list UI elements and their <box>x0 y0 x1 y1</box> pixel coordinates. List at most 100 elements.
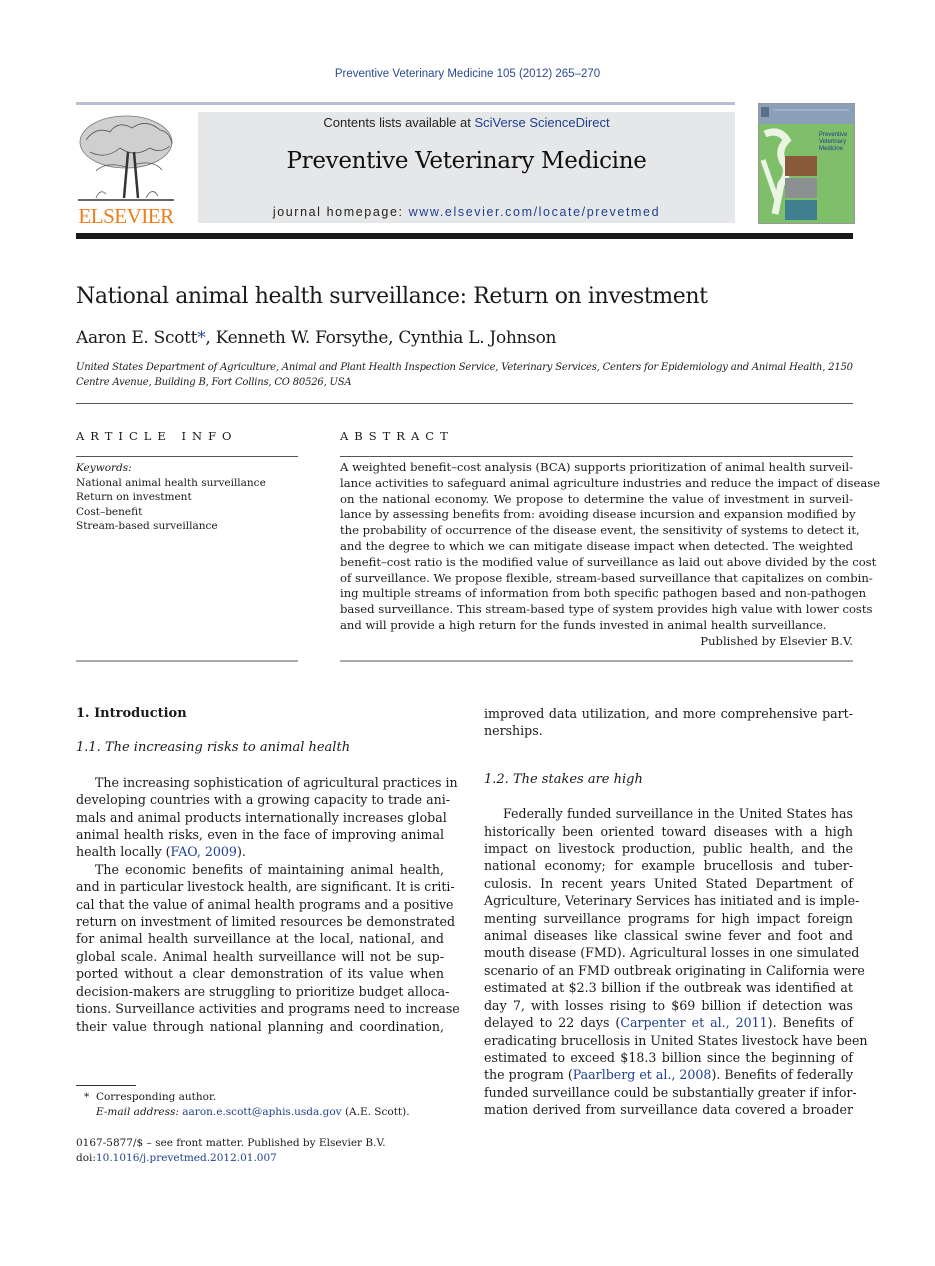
doi-link[interactable]: 10.1016/j.prevetmed.2012.01.007 <box>96 1152 277 1164</box>
text-line: estimated to exceed $18.3 billion since … <box>484 1049 853 1065</box>
journal-homepage: journal homepage: www.elsevier.com/locat… <box>198 205 735 219</box>
article-title: National animal health surveillance: Ret… <box>76 284 708 309</box>
front-matter: 0167-5877/$ – see front matter. Publishe… <box>76 1136 386 1166</box>
text-line: historically been oriented toward diseas… <box>484 823 853 839</box>
footnote-text: Corresponding author. <box>95 1091 217 1103</box>
text-line: The economic benefits of maintaining ani… <box>95 861 444 877</box>
cover-title-line-3: Medicine <box>819 146 844 152</box>
text-line: eradicating brucellosis in United States… <box>484 1032 868 1048</box>
doi-line: doi:10.1016/j.prevetmed.2012.01.007 <box>76 1151 386 1166</box>
author-2[interactable]: Kenneth W. Forsythe <box>216 328 389 348</box>
text-line: The increasing sophistication of agricul… <box>95 774 458 790</box>
abstract-line: on the national economy. We propose to d… <box>340 491 853 506</box>
text-line: return on investment of limited resource… <box>76 914 456 930</box>
corresponding-author-note: * Corresponding author. <box>76 1090 410 1105</box>
abstract-line: of surveillance. We propose flexible, st… <box>340 570 873 585</box>
abstract-line: ing multiple streams of information from… <box>340 586 867 601</box>
abstract-line: lance by assessing benefits from: avoidi… <box>340 507 856 522</box>
journal-banner: Contents lists available at SciVerse Sci… <box>198 112 735 223</box>
footnote-mark: * <box>84 1091 90 1103</box>
contents-prefix: Contents lists available at <box>323 115 475 130</box>
subsection-heading-1-2: 1.2. The stakes are high <box>484 771 643 787</box>
citation-carpenter-2011[interactable]: Carpenter et al., 2011 <box>620 1015 767 1030</box>
sciencedirect-link[interactable]: SciVerse ScienceDirect <box>474 115 609 130</box>
citation-paarlberg-2008[interactable]: Paarlberg et al., 2008 <box>573 1067 712 1082</box>
subsection-heading-1-1: 1.1. The increasing risks to animal heal… <box>76 740 351 756</box>
text-line: mals and animal products internationally… <box>76 809 447 825</box>
paragraph-1: The increasing sophistication of agricul… <box>76 774 458 861</box>
affiliation-line: United States Department of Agriculture,… <box>76 362 853 373</box>
email-link[interactable]: aaron.e.scott@aphis.usda.gov <box>182 1106 341 1118</box>
text-line: animal diseases like classical swine fev… <box>484 928 853 944</box>
text-line: estimated at $2.3 billion if the outbrea… <box>484 980 853 996</box>
email-suffix: (A.E. Scott). <box>341 1106 410 1118</box>
text-line: developing countries with a growing capa… <box>76 792 451 808</box>
text-line: improved data utilization, and more comp… <box>484 706 853 721</box>
keywords-block: Keywords: National animal health surveil… <box>76 461 266 534</box>
published-by: Published by Elsevier B.V. <box>700 633 853 648</box>
text-line: scenario of an FMD outbreak originating … <box>484 962 865 978</box>
abstract-line: the probability of occurrence of the dis… <box>340 523 860 538</box>
issn-line: 0167-5877/$ – see front matter. Publishe… <box>76 1137 386 1149</box>
title-block-rule <box>76 403 853 404</box>
article-info-rule <box>76 456 298 457</box>
text-line: national economy; for example brucellosi… <box>484 858 853 874</box>
text-line: culosis. In recent years United Stated D… <box>484 875 853 891</box>
footnotes: * Corresponding author. E-mail address: … <box>76 1090 410 1120</box>
text-line: the program (Paarlberg et al., 2008). Be… <box>484 1067 854 1083</box>
text-line: and in particular livestock health, are … <box>76 879 455 895</box>
keyword: Cost–benefit <box>76 505 143 518</box>
text-line: decision-makers are struggling to priori… <box>76 983 450 999</box>
section-heading-introduction: 1. Introduction <box>76 706 187 721</box>
journal-cover-thumbnail[interactable]: Preventive Veterinary Medicine <box>758 103 855 224</box>
text-line: Federally funded surveillance in the Uni… <box>503 806 853 822</box>
running-head[interactable]: Preventive Veterinary Medicine 105 (2012… <box>0 68 935 80</box>
elsevier-tree-icon <box>78 115 174 201</box>
abstract-line: and will provide a high return for the f… <box>340 617 827 632</box>
text-line: their value through national planning an… <box>76 1018 444 1034</box>
abstract-line: based surveillance. This stream-based ty… <box>340 602 873 617</box>
elsevier-logo[interactable]: ELSEVIER <box>76 112 176 228</box>
cover-artwork-icon: Preventive Veterinary Medicine <box>759 104 854 223</box>
footnote-rule <box>76 1085 136 1086</box>
abstract-line: benefit–cost ratio is the modified value… <box>340 554 877 569</box>
text-line: nerships. <box>484 723 543 739</box>
journal-title: Preventive Veterinary Medicine <box>286 148 647 174</box>
author-separator: , <box>205 328 216 348</box>
author-list: Aaron E. Scott*, Kenneth W. Forsythe, Cy… <box>76 328 556 348</box>
cover-title-line-1: Preventive <box>819 132 848 138</box>
abstract-bottom-rule <box>340 660 853 662</box>
citation-fao-2009[interactable]: FAO, 2009 <box>171 843 237 860</box>
email-note: E-mail address: aaron.e.scott@aphis.usda… <box>76 1105 410 1120</box>
abstract-text: A weighted benefit–cost analysis (BCA) s… <box>340 460 880 650</box>
text-line: global scale. Animal health surveillance… <box>76 948 444 964</box>
body-left-column: 1. Introduction 1.1. The increasing risk… <box>76 705 460 1035</box>
affiliation-line: Centre Avenue, Building B, Fort Collins,… <box>76 377 352 388</box>
text-line: delayed to 22 days (Carpenter et al., 20… <box>484 1015 853 1031</box>
text-line: mation derived from surveillance data co… <box>484 1102 853 1118</box>
affiliation: United States Department of Agriculture,… <box>76 360 856 390</box>
email-label: E-mail address: <box>96 1106 183 1118</box>
text-line: health locally (FAO, 2009). <box>76 843 246 860</box>
abstract-line: and the degree to which we can mitigate … <box>340 538 853 553</box>
elsevier-wordmark: ELSEVIER <box>78 204 174 228</box>
author-1[interactable]: Aaron E. Scott <box>76 328 198 348</box>
keywords-label: Keywords: <box>76 462 132 474</box>
keyword: National animal health surveillance <box>76 476 266 489</box>
contents-availability: Contents lists available at SciVerse Sci… <box>198 115 735 130</box>
abstract-line: A weighted benefit–cost analysis (BCA) s… <box>340 460 853 474</box>
body-right-column: improved data utilization, and more comp… <box>484 705 868 1119</box>
paragraph-3: Federally funded surveillance in the Uni… <box>484 805 868 1118</box>
author-separator: , <box>388 328 399 348</box>
homepage-link[interactable]: www.elsevier.com/locate/prevetmed <box>409 205 661 219</box>
abstract-heading: ABSTRACT <box>340 429 454 443</box>
text-line: ported without a clear demonstration of … <box>76 966 444 982</box>
header-thick-rule <box>76 233 853 239</box>
homepage-label: journal homepage: <box>272 205 409 219</box>
author-3[interactable]: Cynthia L. Johnson <box>398 328 556 348</box>
text-line: Agriculture, Veterinary Services has ini… <box>484 893 860 909</box>
text-line: mouth disease (FMD). Agricultural losses… <box>484 945 860 961</box>
abstract-rule <box>340 456 853 457</box>
keyword: Stream-based surveillance <box>76 520 218 532</box>
text-line: impact on livestock production, public h… <box>484 841 853 857</box>
